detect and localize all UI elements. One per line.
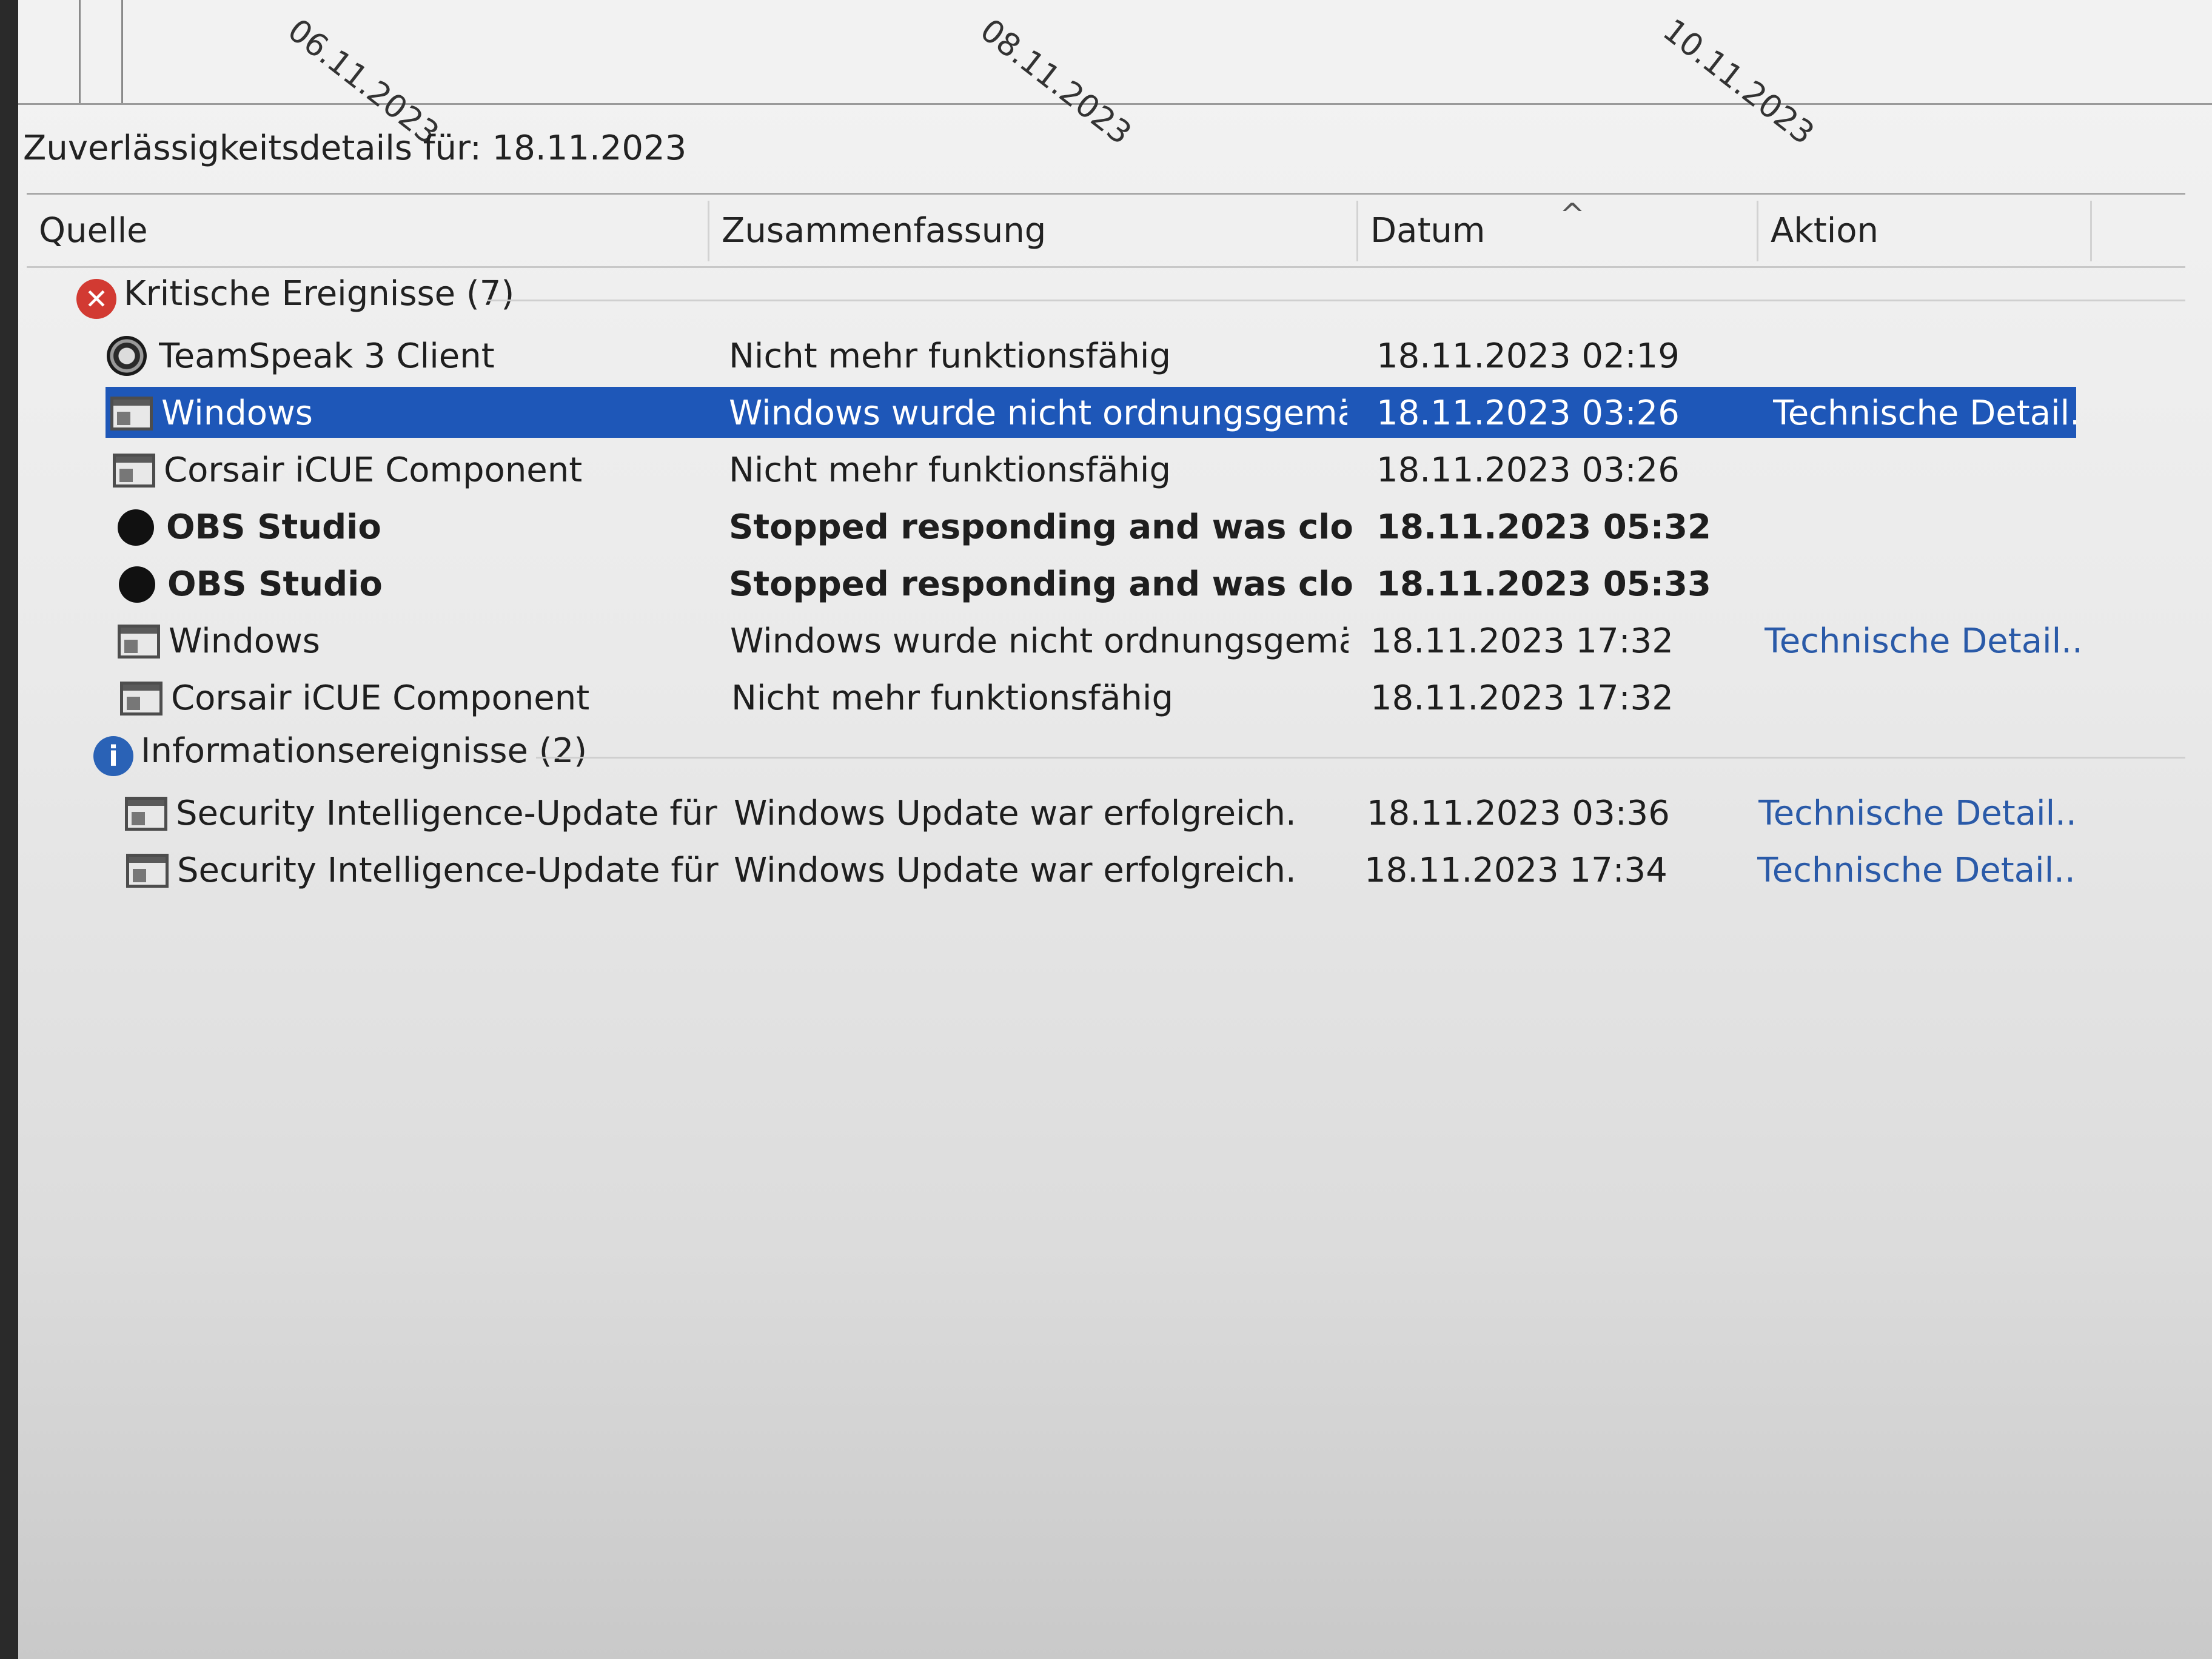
group-label: Kritische Ereignisse (7) <box>124 274 515 313</box>
table-row[interactable]: OBS Studio Stopped responding and was cl… <box>27 554 2185 611</box>
technical-details-link[interactable] <box>1773 503 2088 552</box>
table-row[interactable]: Windows Windows wurde nicht ordnungsgemä… <box>27 611 2185 668</box>
cell-date: 18.11.2023 03:26 <box>1376 394 1680 433</box>
chart-gridline <box>121 0 123 103</box>
cell-summary: Nicht mehr funktionsfähig <box>729 337 1171 376</box>
info-icon: i <box>93 736 133 776</box>
error-icon: ✕ <box>76 279 116 319</box>
cell-source: OBS Studio <box>166 508 381 547</box>
teamspeak-app-icon <box>107 336 147 376</box>
application-window-icon <box>118 625 160 659</box>
column-header-summary[interactable]: Zusammenfassung <box>709 201 1358 261</box>
technical-details-link[interactable]: Technische Detail... <box>1765 617 2080 666</box>
column-header-date[interactable]: Datum <box>1358 201 1758 261</box>
group-divider <box>488 300 2185 301</box>
group-divider <box>536 757 2185 759</box>
cell-date: 18.11.2023 05:32 <box>1376 508 1712 547</box>
cell-summary: Nicht mehr funktionsfähig <box>731 679 1174 718</box>
application-window-icon <box>113 454 155 488</box>
table-row[interactable]: Security Intelligence-Update für M... Wi… <box>27 783 2185 840</box>
details-title: Zuverlässigkeitsdetails für: 18.11.2023 <box>23 129 687 168</box>
group-header-critical[interactable]: ✕ Kritische Ereignisse (7) <box>27 268 2185 326</box>
cell-source: OBS Studio <box>167 565 383 604</box>
technical-details-link[interactable] <box>1765 674 2080 723</box>
sort-ascending-icon: ^ <box>1560 197 1585 232</box>
cell-source: Windows <box>169 622 320 661</box>
cell-date: 18.11.2023 03:36 <box>1367 794 1670 833</box>
table-row[interactable]: TeamSpeak 3 Client Nicht mehr funktionsf… <box>27 326 2185 383</box>
table-row[interactable]: Security Intelligence-Update für M... Wi… <box>27 840 2185 897</box>
column-header-source[interactable]: Quelle <box>27 201 709 261</box>
cell-date: 18.11.2023 05:33 <box>1376 565 1712 604</box>
chart-gridline <box>79 0 81 103</box>
cell-source: Security Intelligence-Update für M... <box>177 851 723 890</box>
cell-source: TeamSpeak 3 Client <box>159 337 495 376</box>
technical-details-link[interactable] <box>1773 560 2088 609</box>
cell-source: Windows <box>161 394 313 433</box>
technical-details-link[interactable]: Technische Detail... <box>1773 389 2076 438</box>
cell-summary: Windows wurde nicht ordnungsgemäß ... <box>730 622 1349 661</box>
reliability-chart-date-strip: 06.11.2023 08.11.2023 10.11.2023 <box>18 0 2212 152</box>
cell-source: Corsair iCUE Component <box>171 679 590 718</box>
cell-date: 18.11.2023 17:34 <box>1364 851 1667 890</box>
table-row[interactable]: Corsair iCUE Component Nicht mehr funkti… <box>27 440 2185 497</box>
table-row-selected[interactable]: Windows Windows wurde nicht ordnungsgemä… <box>27 383 2185 440</box>
technical-details-link[interactable] <box>1773 332 2088 381</box>
application-window-icon <box>120 682 163 716</box>
cell-summary: Windows Update war erfolgreich. <box>734 851 1296 890</box>
application-window-icon <box>110 397 153 431</box>
technical-details-link[interactable]: Technische Detail... <box>1758 789 2074 838</box>
cell-date: 18.11.2023 17:32 <box>1370 622 1674 661</box>
cell-summary: Stopped responding and was closed <box>729 565 1353 604</box>
cell-summary: Stopped responding and was closed <box>729 508 1353 547</box>
table-row[interactable]: Corsair iCUE Component Nicht mehr funkti… <box>27 668 2185 725</box>
table-header: Quelle Zusammenfassung Datum ^ Aktion <box>27 193 2185 268</box>
application-window-icon <box>126 854 169 888</box>
cell-date: 18.11.2023 03:26 <box>1376 451 1680 490</box>
reliability-details-table: Quelle Zusammenfassung Datum ^ Aktion ✕ … <box>27 193 2185 897</box>
cell-date: 18.11.2023 02:19 <box>1376 337 1680 376</box>
obs-studio-icon <box>119 566 155 603</box>
cell-summary: Windows wurde nicht ordnungsgemäß ... <box>729 394 1347 433</box>
chart-date-label[interactable]: 08.11.2023 <box>973 12 1138 152</box>
group-header-information[interactable]: i Informationsereignisse (2) <box>27 725 2185 783</box>
obs-studio-icon <box>118 509 154 546</box>
cell-summary: Windows Update war erfolgreich. <box>734 794 1296 833</box>
cell-date: 18.11.2023 17:32 <box>1370 679 1674 718</box>
group-label: Informationsereignisse (2) <box>141 731 588 771</box>
cell-summary: Nicht mehr funktionsfähig <box>729 451 1171 490</box>
chart-date-label[interactable]: 10.11.2023 <box>1656 12 1821 152</box>
technical-details-link[interactable] <box>1773 446 2088 495</box>
reliability-monitor-window: 06.11.2023 08.11.2023 10.11.2023 Zuverlä… <box>18 0 2212 1659</box>
application-window-icon <box>125 797 167 831</box>
cell-source: Security Intelligence-Update für M... <box>176 794 722 833</box>
cell-source: Corsair iCUE Component <box>164 451 583 490</box>
technical-details-link[interactable]: Technische Detail... <box>1757 846 2073 895</box>
table-row[interactable]: OBS Studio Stopped responding and was cl… <box>27 497 2185 554</box>
column-header-action[interactable]: Aktion <box>1758 201 2092 261</box>
